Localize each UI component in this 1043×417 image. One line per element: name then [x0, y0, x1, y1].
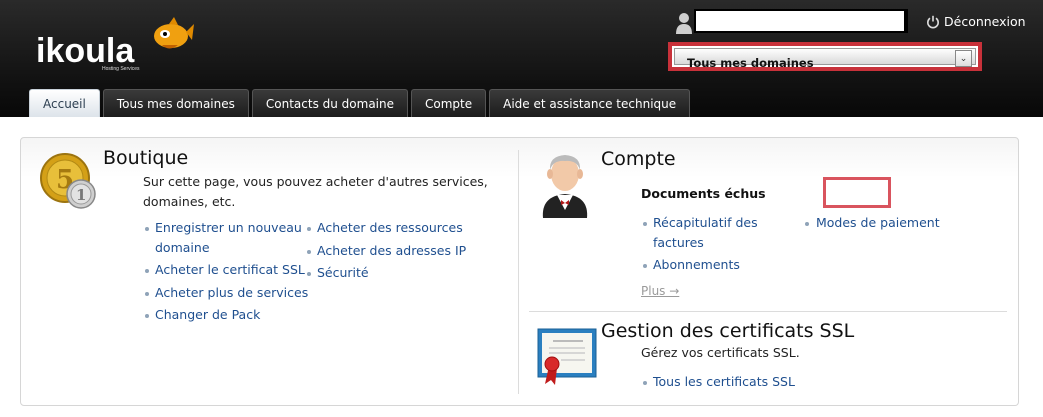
- power-icon: [927, 15, 939, 28]
- bullet: [643, 264, 647, 268]
- coins-icon: 5 1: [39, 150, 97, 216]
- link-recapitulatif-factures[interactable]: Récapitulatif des: [653, 213, 758, 233]
- boutique-title: Boutique: [103, 147, 189, 169]
- boutique-description-line2: domaines, etc.: [143, 194, 236, 209]
- bullet: [307, 272, 311, 276]
- link-enregistrer-domaine-line2[interactable]: domaine: [155, 238, 210, 258]
- tab-accueil[interactable]: Accueil: [29, 89, 100, 117]
- bullet: [643, 222, 647, 226]
- svg-text:1: 1: [76, 186, 86, 204]
- ikoula-logo[interactable]: ikoula Hosting Services: [34, 14, 194, 74]
- bullet: [145, 269, 149, 273]
- link-tous-certificats-ssl[interactable]: Tous les certificats SSL: [653, 372, 795, 392]
- domain-select[interactable]: Tous mes domaines ⌄: [668, 42, 982, 71]
- documents-echus-heading: Documents échus: [641, 186, 766, 201]
- tab-tous-mes-domaines[interactable]: Tous mes domaines: [102, 89, 249, 117]
- link-recapitulatif-factures-line2[interactable]: factures: [653, 233, 704, 253]
- link-acheter-ressources[interactable]: Acheter des ressources: [317, 218, 463, 238]
- certificate-icon: [537, 326, 599, 390]
- link-acheter-services[interactable]: Acheter plus de services: [155, 283, 308, 303]
- logout-label: Déconnexion: [944, 14, 1026, 29]
- bullet: [145, 292, 149, 296]
- vertical-divider: [518, 150, 519, 394]
- link-changer-pack[interactable]: Changer de Pack: [155, 305, 260, 325]
- domain-select-value: Tous mes domaines: [687, 56, 814, 70]
- tab-compte[interactable]: Compte: [411, 89, 487, 117]
- link-acheter-ip[interactable]: Acheter des adresses IP: [317, 241, 466, 261]
- svg-text:ikoula: ikoula: [36, 32, 135, 70]
- link-abonnements[interactable]: Abonnements: [653, 255, 740, 275]
- bullet: [805, 222, 809, 226]
- tab-contacts-du-domaine[interactable]: Contacts du domaine: [251, 89, 409, 117]
- bullet: [145, 227, 149, 231]
- compte-title: Compte: [601, 148, 676, 170]
- highlight-box: [823, 177, 891, 208]
- link-enregistrer-domaine[interactable]: Enregistrer un nouveau: [155, 218, 302, 238]
- user-icon: [676, 12, 692, 34]
- bullet: [643, 381, 647, 385]
- main-tabs: Accueil Tous mes domaines Contacts du do…: [29, 89, 691, 117]
- bullet: [307, 227, 311, 231]
- chevron-down-icon[interactable]: ⌄: [955, 50, 972, 67]
- bullet: [307, 250, 311, 254]
- svg-text:Hosting Services: Hosting Services: [102, 66, 140, 72]
- horizontal-divider: [529, 311, 1007, 312]
- bullet: [145, 314, 149, 318]
- user-name-field: [694, 9, 908, 33]
- top-header: ikoula Hosting Services Déconnexion Tous…: [0, 0, 1043, 117]
- more-link[interactable]: Plus →: [641, 284, 679, 298]
- boutique-description-line1: Sur cette page, vous pouvez acheter d'au…: [143, 174, 488, 189]
- link-modes-paiement[interactable]: Modes de paiement: [816, 213, 940, 233]
- ssl-title: Gestion des certificats SSL: [601, 320, 855, 342]
- link-acheter-ssl[interactable]: Acheter le certificat SSL: [155, 260, 305, 280]
- ssl-description: Gérez vos certificats SSL.: [641, 345, 800, 360]
- tab-aide[interactable]: Aide et assistance technique: [489, 89, 691, 117]
- logout-button[interactable]: Déconnexion: [926, 14, 1026, 29]
- link-securite[interactable]: Sécurité: [317, 263, 369, 283]
- account-person-icon: [535, 150, 595, 222]
